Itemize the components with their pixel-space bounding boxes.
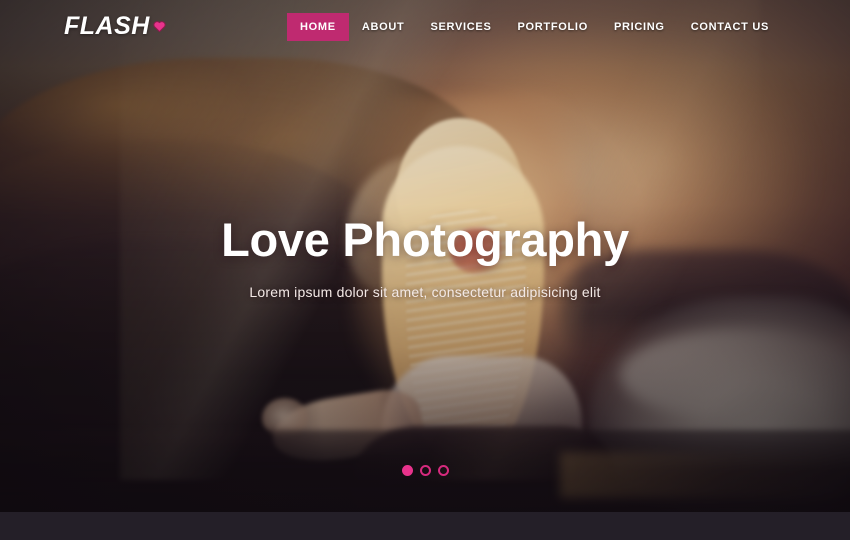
nav-label: PORTFOLIO [517, 21, 588, 33]
carousel-dot-2[interactable] [419, 465, 431, 476]
site-logo[interactable]: FLASH [64, 14, 166, 39]
hero-background-image [0, 0, 850, 512]
nav-item-about[interactable]: ABOUT [349, 13, 418, 41]
carousel-pagination [0, 465, 850, 476]
nav-label: CONTACT US [690, 21, 769, 33]
main-navigation: HOME ABOUT SERVICES PORTFOLIO PRICING CO… [287, 13, 782, 41]
nav-item-pricing[interactable]: PRICING [601, 13, 678, 41]
nav-item-services[interactable]: SERVICES [417, 13, 504, 41]
nav-label: ABOUT [361, 21, 405, 33]
footer-bar [0, 512, 850, 540]
carousel-dot-3[interactable] [437, 465, 449, 476]
nav-item-portfolio[interactable]: PORTFOLIO [504, 13, 600, 41]
photography-landing-page: FLASH HOME ABOUT SERVICES PORTFOLIO PRIC… [0, 0, 850, 540]
heart-icon [153, 19, 166, 37]
photo-vignette [0, 0, 850, 512]
site-header: FLASH HOME ABOUT SERVICES PORTFOLIO PRIC… [0, 0, 850, 56]
nav-item-home[interactable]: HOME [287, 13, 349, 41]
nav-label: PRICING [613, 21, 665, 33]
nav-label: SERVICES [430, 21, 492, 33]
logo-text: FLASH [64, 12, 150, 40]
carousel-dot-1[interactable] [401, 465, 413, 476]
nav-item-contact-us[interactable]: CONTACT US [678, 13, 782, 41]
nav-label: HOME [300, 21, 336, 33]
